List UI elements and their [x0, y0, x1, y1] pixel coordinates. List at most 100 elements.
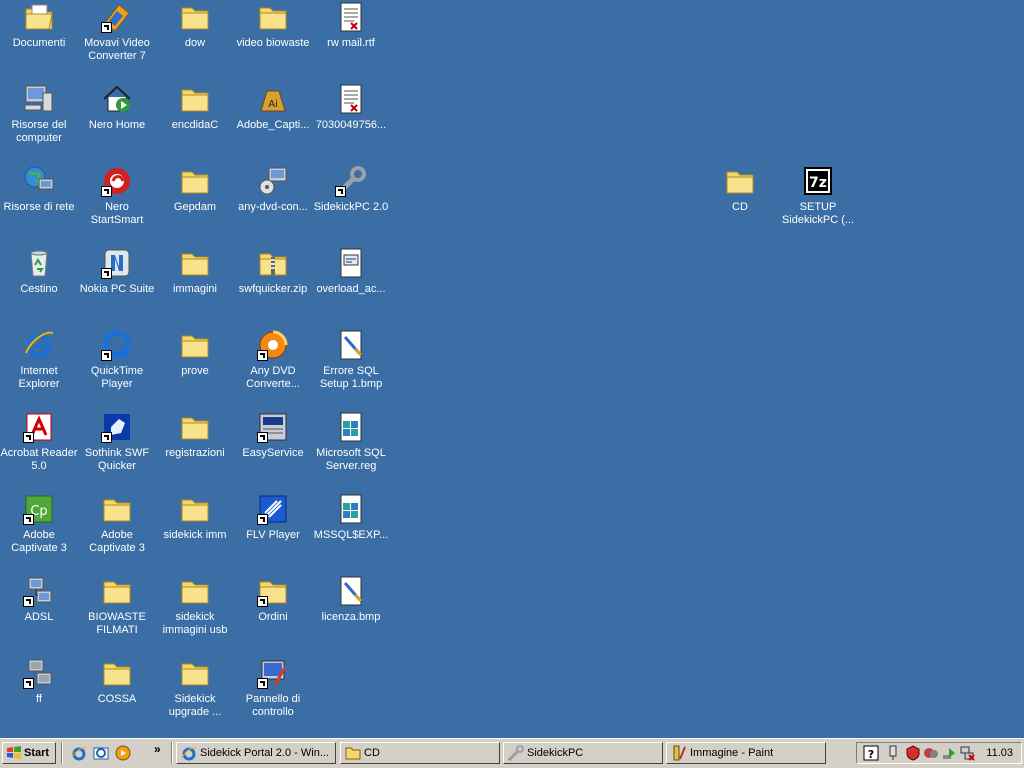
task-sidekickpc[interactable]: SidekickPC — [503, 742, 663, 764]
desktop-icon-label: Adobe Captivate 3 — [89, 529, 145, 554]
desktop-icon-adobe-captivate-installer[interactable]: Ai Adobe_Capti... — [234, 82, 312, 162]
shortcut-arrow-icon — [335, 186, 346, 197]
quicklaunch-media-player-icon[interactable] — [115, 745, 131, 761]
desktop-icon-ff[interactable]: ff — [0, 656, 78, 736]
task-sidekick-portal[interactable]: Sidekick Portal 2.0 - Win... — [176, 742, 336, 764]
desktop-icon-movavi[interactable]: Movavi Video Converter 7 — [78, 0, 156, 80]
antivirus-icon[interactable] — [923, 745, 939, 761]
desktop-icon-label: SidekickPC 2.0 — [313, 201, 389, 213]
desktop-icon-folder-biowaste-filmati[interactable]: BIOWASTE FILMATI — [78, 574, 156, 654]
desktop-icon-label: Adobe_Capti... — [236, 119, 310, 131]
start-button[interactable]: Start — [2, 742, 56, 764]
desktop-icon-label: EasyService — [242, 447, 304, 459]
desktop-icon-label: MSSQL$EXP... — [313, 529, 389, 541]
desktop-icon-folder-dow[interactable]: dow — [156, 0, 234, 80]
network-disconnected-icon[interactable] — [959, 745, 975, 761]
desktop-icon-folder-immagini[interactable]: immagini — [156, 246, 234, 326]
desktop-icon-acrobat-reader[interactable]: Acrobat Reader 5.0 — [0, 410, 78, 490]
desktop-icon-folder-cd[interactable]: CD — [701, 164, 779, 244]
desktop-icon-microsoft-sql-server-reg[interactable]: Microsoft SQL Server.reg — [312, 410, 390, 490]
folder-icon — [181, 663, 209, 686]
7zip-archive-icon: 7z — [804, 167, 832, 195]
desktop-icon-label: prove — [181, 365, 209, 377]
desktop-icon-setup-sidekickpc[interactable]: 7z SETUP SidekickPC (... — [779, 164, 857, 244]
desktop-icon-label: Nero Home — [88, 119, 146, 131]
desktop-icon-label: Documenti — [12, 37, 66, 49]
desktop[interactable]: Documenti Risorse del computer Risorse d… — [0, 0, 1024, 738]
volume-icon[interactable] — [885, 745, 901, 761]
desktop-icon-folder-adobe-captivate[interactable]: Adobe Captivate 3 — [78, 492, 156, 572]
desktop-icon-risorse-del-computer[interactable]: Risorse del computer — [0, 82, 78, 162]
folder-icon — [259, 7, 287, 30]
desktop-icon-folder-sidekick-upgrade[interactable]: Sidekick upgrade ... — [156, 656, 234, 736]
installer-package-icon: Ai — [260, 90, 286, 112]
desktop-icon-adobe-captivate[interactable]: Cp Adobe Captivate 3 — [0, 492, 78, 572]
registry-file-icon — [340, 494, 362, 524]
desktop-icon-folder-sidekick-imm[interactable]: sidekick imm — [156, 492, 234, 572]
desktop-icon-label: Gepdam — [173, 201, 217, 213]
desktop-icon-mssql-exp[interactable]: MSSQL$EXP... — [312, 492, 390, 572]
desktop-icon-label: Ordini — [258, 611, 288, 623]
desktop-icon-label: registrazioni — [165, 447, 225, 459]
desktop-icon-internet-explorer[interactable]: Internet Explorer — [0, 328, 78, 408]
desktop-icon-nero-startsmart[interactable]: Nero StartSmart — [78, 164, 156, 244]
desktop-icon-label: sidekick imm — [163, 529, 227, 541]
desktop-icon-documenti[interactable]: Documenti — [0, 0, 78, 80]
desktop-icon-folder-prove[interactable]: prove — [156, 328, 234, 408]
desktop-icon-7030049756[interactable]: 7030049756... — [312, 82, 390, 162]
html-document-icon — [340, 248, 362, 278]
start-label: Start — [24, 747, 50, 759]
shortcut-arrow-icon — [23, 432, 34, 443]
desktop-icon-ordini[interactable]: Ordini — [234, 574, 312, 654]
quicklaunch-more-button[interactable]: » — [154, 742, 161, 756]
desktop-icon-any-dvd-converter-setup[interactable]: any-dvd-con... — [234, 164, 312, 244]
shortcut-arrow-icon — [23, 678, 34, 689]
desktop-icon-label: QuickTime Player — [90, 365, 144, 390]
desktop-icon-risorse-di-rete[interactable]: Risorse di rete — [0, 164, 78, 244]
desktop-icon-folder-encdidac[interactable]: encdidaC — [156, 82, 234, 162]
desktop-icon-label: ADSL — [24, 611, 54, 623]
help-icon[interactable]: ? — [863, 745, 879, 761]
desktop-icon-folder-gepdam[interactable]: Gepdam — [156, 164, 234, 244]
desktop-icon-quicktime[interactable]: QuickTime Player — [78, 328, 156, 408]
desktop-icon-label: overload_ac... — [316, 283, 386, 295]
desktop-icon-label: sidekick immagini usb — [162, 611, 228, 636]
task-cd[interactable]: CD — [340, 742, 500, 764]
desktop-icon-folder-registrazioni[interactable]: registrazioni — [156, 410, 234, 490]
desktop-icon-licenza-bmp[interactable]: licenza.bmp — [312, 574, 390, 654]
desktop-icon-nero-home[interactable]: Nero Home — [78, 82, 156, 162]
clock[interactable]: 11.03 — [986, 747, 1013, 759]
security-alert-icon[interactable] — [905, 745, 921, 761]
taskbar-separator — [61, 742, 63, 764]
safely-remove-hardware-icon[interactable] — [941, 745, 957, 761]
desktop-icon-folder-video-biowaste[interactable]: video biowaste — [234, 0, 312, 80]
desktop-icon-folder-sidekick-immagini-usb[interactable]: sidekick immagini usb — [156, 574, 234, 654]
desktop-icon-swfquicker-zip[interactable]: swfquicker.zip — [234, 246, 312, 326]
desktop-icon-label: any-dvd-con... — [238, 201, 308, 213]
shortcut-arrow-icon — [23, 596, 34, 607]
task-immagine-paint[interactable]: Immagine - Paint — [666, 742, 826, 764]
taskbar: Start » Sidekick Portal 2.0 - Win... CD — [0, 738, 1024, 768]
quicklaunch-internet-explorer-icon[interactable] — [71, 745, 87, 761]
shortcut-arrow-icon — [257, 678, 268, 689]
paint-icon — [673, 745, 686, 761]
desktop-icon-nokia-pc-suite[interactable]: Nokia PC Suite — [78, 246, 156, 326]
desktop-icon-overload-ac[interactable]: overload_ac... — [312, 246, 390, 326]
quicklaunch-outlook-express-icon[interactable] — [93, 745, 109, 761]
desktop-icon-any-dvd-converter[interactable]: Any DVD Converte... — [234, 328, 312, 408]
desktop-icon-pannello-di-controllo[interactable]: Pannello di controllo — [234, 656, 312, 736]
desktop-icon-easyservice[interactable]: EasyService — [234, 410, 312, 490]
desktop-icon-flv-player[interactable]: FLV Player — [234, 492, 312, 572]
desktop-icon-cestino[interactable]: Cestino — [0, 246, 78, 326]
desktop-icon-label: Sidekick upgrade ... — [168, 693, 222, 718]
desktop-icon-rw-mail-rtf[interactable]: rw mail.rtf — [312, 0, 390, 80]
shortcut-arrow-icon — [101, 432, 112, 443]
desktop-icon-adsl[interactable]: ADSL — [0, 574, 78, 654]
bitmap-image-icon — [340, 330, 363, 360]
desktop-icon-folder-cossa[interactable]: COSSA — [78, 656, 156, 736]
desktop-icon-errore-sql-setup[interactable]: Errore SQL Setup 1.bmp — [312, 328, 390, 408]
desktop-icon-label: Nokia PC Suite — [79, 283, 155, 295]
desktop-icon-sothink-swf[interactable]: Sothink SWF Quicker — [78, 410, 156, 490]
desktop-icon-sidekickpc-2[interactable]: SidekickPC 2.0 — [312, 164, 390, 244]
folder-icon — [726, 171, 754, 194]
